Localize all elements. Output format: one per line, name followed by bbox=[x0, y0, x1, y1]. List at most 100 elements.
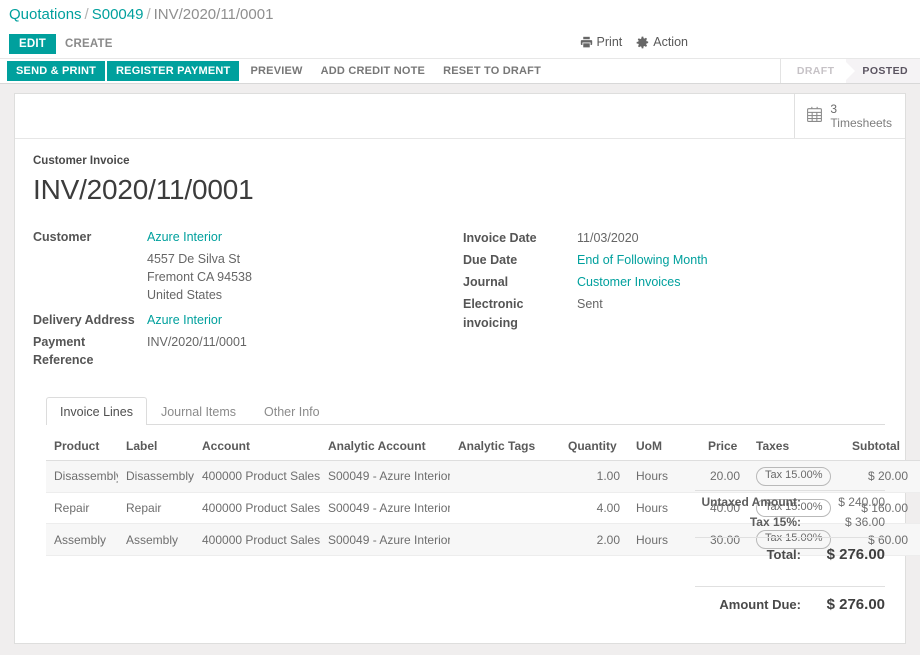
payment-reference-label: Payment Reference bbox=[33, 334, 94, 367]
notebook-tabs: Invoice Lines Journal Items Other Info bbox=[46, 396, 885, 425]
cell-analytic-tags bbox=[450, 523, 560, 557]
field-delivery-address: Delivery Address Azure Interior bbox=[33, 311, 463, 329]
column-header-label[interactable]: Label bbox=[118, 432, 194, 461]
cell-quantity: 2.00 bbox=[560, 523, 628, 557]
breadcrumb-current: INV/2020/11/0001 bbox=[153, 6, 274, 23]
total-grand: Total: $ 276.00 bbox=[695, 537, 885, 566]
cell-analytic-tags bbox=[450, 460, 560, 493]
breadcrumb-link-quotations[interactable]: Quotations bbox=[9, 6, 82, 23]
printer-icon bbox=[580, 36, 593, 49]
column-header-uom[interactable]: UoM bbox=[628, 432, 700, 461]
due-date-label: Due Date bbox=[463, 253, 518, 268]
table-row[interactable]: Disassembly Disassembly 400000 Product S… bbox=[46, 460, 920, 493]
cell-product: Repair bbox=[46, 492, 118, 525]
total-amount-due: Amount Due: $ 276.00 bbox=[695, 586, 885, 616]
timesheets-label: Timesheets bbox=[830, 116, 892, 130]
column-header-analytic-account[interactable]: Analytic Account bbox=[320, 432, 450, 461]
timesheets-count: 3 bbox=[830, 101, 838, 116]
table-header-row: Product Label Account Analytic Account A… bbox=[46, 432, 920, 461]
print-button[interactable]: Print bbox=[580, 35, 623, 49]
breadcrumb: Quotations / S00049/INV/2020/11/0001 bbox=[0, 0, 920, 30]
field-group-left: Customer Azure Interior 4557 De Silva St… bbox=[33, 228, 463, 373]
smart-button-box: 3 Timesheets bbox=[15, 94, 905, 139]
cell-account: 400000 Product Sales bbox=[194, 460, 320, 493]
cell-analytic-account: S00049 - Azure Interior bbox=[320, 492, 450, 525]
cell-uom: Hours bbox=[628, 523, 700, 557]
field-journal: Journal Customer Invoices bbox=[463, 273, 885, 291]
column-header-price[interactable]: Price bbox=[700, 432, 748, 461]
due-date-value[interactable]: End of Following Month bbox=[577, 251, 708, 269]
journal-label: Journal bbox=[463, 275, 509, 290]
amount-due-value: $ 276.00 bbox=[826, 596, 885, 613]
edit-button[interactable]: EDIT bbox=[9, 34, 56, 54]
column-header-quantity[interactable]: Quantity bbox=[560, 432, 628, 461]
action-button[interactable]: Action bbox=[636, 35, 688, 49]
field-group-right: Invoice Date 11/03/2020 Due Date End of … bbox=[463, 228, 885, 373]
register-payment-button[interactable]: REGISTER PAYMENT bbox=[107, 61, 240, 81]
journal-value[interactable]: Customer Invoices bbox=[577, 273, 681, 291]
tab-journal-items[interactable]: Journal Items bbox=[147, 397, 250, 425]
address-line-2: Fremont CA 94538 bbox=[147, 270, 252, 285]
preview-button[interactable]: PREVIEW bbox=[241, 61, 311, 81]
address-line-3: United States bbox=[147, 288, 223, 303]
action-label: Action bbox=[653, 35, 688, 49]
reset-to-draft-button[interactable]: RESET TO DRAFT bbox=[434, 61, 550, 81]
cell-price: 20.00 bbox=[700, 460, 748, 493]
column-header-account[interactable]: Account bbox=[194, 432, 320, 461]
invoice-date-value[interactable]: 11/03/2020 bbox=[577, 229, 639, 247]
timesheets-smart-button[interactable]: 3 Timesheets bbox=[794, 94, 905, 138]
cell-taxes: Tax 15.00% bbox=[748, 460, 844, 493]
tab-invoice-lines[interactable]: Invoice Lines bbox=[46, 396, 147, 425]
customer-address: 4557 De Silva St Fremont CA 94538 United… bbox=[147, 250, 463, 304]
tab-other-info[interactable]: Other Info bbox=[250, 397, 334, 425]
electronic-invoicing-value: Sent bbox=[577, 297, 603, 312]
field-customer: Customer Azure Interior bbox=[33, 228, 463, 246]
vertical-dots-icon[interactable]: ⋮ bbox=[916, 432, 920, 461]
tax-badge: Tax 15.00% bbox=[756, 466, 832, 486]
column-header-analytic-tags[interactable]: Analytic Tags bbox=[450, 432, 560, 461]
send-and-print-button[interactable]: SEND & PRINT bbox=[7, 61, 106, 81]
total-label: Total: bbox=[766, 547, 801, 562]
address-line-1: 4557 De Silva St bbox=[147, 252, 241, 267]
cell-account: 400000 Product Sales bbox=[194, 523, 320, 557]
delivery-address-value[interactable]: Azure Interior bbox=[147, 311, 222, 329]
print-label: Print bbox=[596, 35, 623, 49]
cell-uom: Hours bbox=[628, 492, 700, 525]
add-credit-note-button[interactable]: ADD CREDIT NOTE bbox=[312, 61, 434, 81]
breadcrumb-separator: / bbox=[84, 6, 89, 23]
column-header-subtotal[interactable]: Subtotal bbox=[844, 432, 916, 461]
cell-analytic-tags bbox=[450, 492, 560, 525]
field-electronic-invoicing: Electronic invoicing Sent bbox=[463, 295, 885, 331]
status-stage-posted[interactable]: POSTED bbox=[846, 59, 920, 83]
total-value: $ 276.00 bbox=[826, 546, 885, 563]
field-invoice-date: Invoice Date 11/03/2020 bbox=[463, 229, 885, 247]
cell-label: Assembly bbox=[118, 523, 194, 557]
calendar-icon bbox=[806, 106, 823, 126]
record-sheet: 3 Timesheets Customer Invoice INV/2020/1… bbox=[14, 93, 920, 644]
cell-quantity: 1.00 bbox=[560, 460, 628, 493]
untaxed-amount-label: Untaxed Amount: bbox=[701, 495, 801, 509]
control-panel-actions: Print Action bbox=[580, 35, 688, 49]
delivery-address-label: Delivery Address bbox=[33, 312, 135, 327]
tax-label: Tax 15%: bbox=[749, 515, 801, 529]
breadcrumb-separator-2: / bbox=[146, 6, 151, 23]
column-header-product[interactable]: Product bbox=[46, 432, 118, 461]
field-due-date: Due Date End of Following Month bbox=[463, 251, 885, 269]
amount-due-label: Amount Due: bbox=[719, 597, 801, 612]
totals-divider bbox=[695, 490, 885, 491]
payment-reference-value: INV/2020/11/0001 bbox=[147, 334, 247, 349]
cell-spacer bbox=[916, 460, 920, 493]
column-header-taxes[interactable]: Taxes bbox=[748, 432, 844, 461]
breadcrumb-link-order[interactable]: S00049 bbox=[92, 6, 144, 23]
untaxed-amount-value: $ 240.00 bbox=[838, 495, 885, 509]
tax-value: $ 36.00 bbox=[844, 515, 885, 529]
electronic-invoicing-label: Electronic invoicing bbox=[463, 297, 524, 330]
total-untaxed-amount: Untaxed Amount: $ 240.00 bbox=[695, 492, 885, 512]
status-stage-draft[interactable]: DRAFT bbox=[780, 59, 855, 83]
invoice-date-label: Invoice Date bbox=[463, 231, 537, 245]
customer-value[interactable]: Azure Interior bbox=[147, 228, 222, 246]
cell-subtotal: $ 20.00 bbox=[844, 460, 916, 493]
control-panel: EDIT CREATE Print Action bbox=[0, 30, 920, 58]
create-button[interactable]: CREATE bbox=[56, 34, 122, 54]
total-tax: Tax 15%: $ 36.00 bbox=[695, 512, 885, 532]
